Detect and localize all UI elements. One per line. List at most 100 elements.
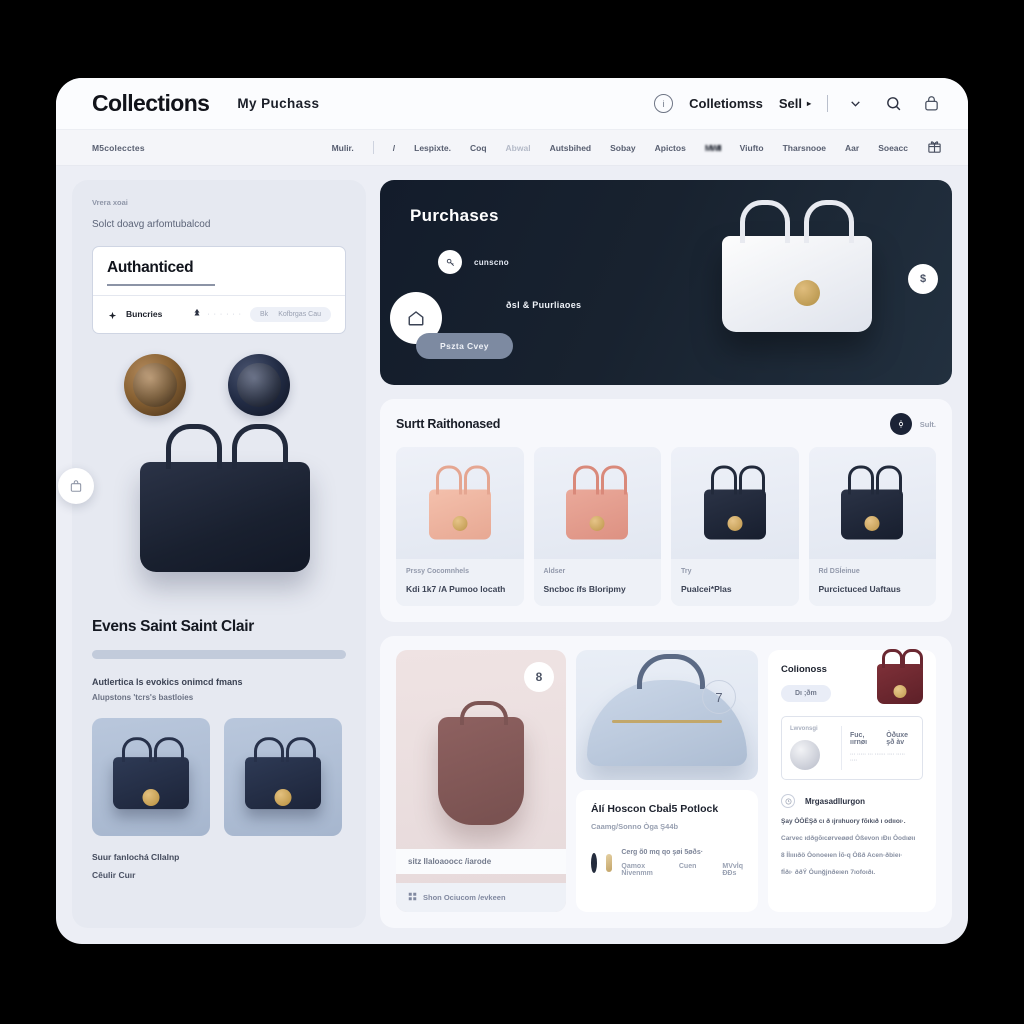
product-image — [396, 447, 524, 559]
search-icon[interactable] — [882, 93, 904, 115]
grid-icon — [408, 892, 417, 903]
clock-icon — [781, 794, 795, 808]
nav-item-6[interactable]: Sobay — [610, 143, 636, 153]
hero-cta-button[interactable]: Pszta Cvey — [416, 333, 513, 359]
product-image — [808, 447, 936, 559]
nav-item-8[interactable]: MWII — [705, 143, 722, 153]
subcard-right: Fuc, ıırnøı Òðuxe şð àv ··· ····· ··· ··… — [850, 726, 914, 770]
header-subnav-my-purchases[interactable]: My Puchass — [237, 96, 319, 111]
bottom-card-row: 8 sitz Ilaloaoocc /iarode Shon Ociucom /… — [396, 649, 936, 912]
nav-item-10[interactable]: Tharsnooe — [783, 143, 826, 153]
gold-coin-charm-icon — [864, 516, 880, 532]
product-card-grid: Prssy Cocomnhels Kdi 1k7 /A Pumoo locath… — [396, 447, 936, 606]
navy-boxbag-thumb[interactable] — [224, 718, 342, 836]
header-divider — [827, 95, 828, 112]
product-card[interactable]: Try Pualcei*Plas — [671, 447, 799, 606]
footer-pill[interactable]: Bk Kofbrgas Cau — [250, 306, 331, 322]
navy-tote-hero-image — [140, 424, 310, 572]
nav-item-3[interactable]: Coq — [470, 143, 487, 153]
nav-item-9[interactable]: Viufto — [740, 143, 764, 153]
navy-tote-thumb[interactable] — [92, 718, 210, 836]
featured-bucket-bag-card[interactable]: 8 sitz Ilaloaoocc /iarode Shon Ociucom /… — [396, 650, 566, 912]
sidebar-line-1: Autlertica ls evokics onimcd fmans — [92, 677, 243, 687]
sidebar-feature-image — [58, 424, 346, 612]
header-link-sell[interactable]: Sell ▸ — [779, 96, 811, 111]
gold-coin-charm-icon — [452, 516, 468, 532]
avatar-icon[interactable] — [591, 853, 598, 873]
info-circle-icon[interactable]: i — [654, 94, 674, 113]
product-card-name: Kdi 1k7 /A Pumoo locath — [406, 584, 506, 594]
bucket-card-footer[interactable]: Shon Ociucom /evkeen — [396, 883, 566, 912]
bronze-medallion[interactable] — [124, 354, 186, 416]
hero-next-price-button[interactable]: $ — [908, 264, 938, 294]
meta-c: MVvİq ÐÐs — [722, 863, 743, 877]
filter-dot-icon[interactable] — [889, 413, 912, 435]
bottom-section: 8 sitz Ilaloaoocc /iarode Shon Ociucom /… — [380, 636, 952, 928]
nav-item-7[interactable]: Apictos — [655, 143, 686, 153]
nav-item-1[interactable]: / — [393, 143, 395, 153]
nav-item-5[interactable]: Autsbihed — [550, 143, 592, 153]
bucket-card-footer-label: Shon Ociucom /evkeen — [423, 893, 506, 902]
header-sell-label: Sell — [778, 96, 802, 111]
authenticated-card-title: Authanticed — [107, 259, 194, 276]
product-card[interactable]: Prssy Cocomnhels Kdi 1k7 /A Pumoo locath — [396, 447, 524, 606]
header-actions: i Colletiomss Sell ▸ — [654, 93, 942, 115]
secondary-nav-strip: M5colecctes Mulir. / Lespixte. Coq Abwal… — [56, 130, 968, 166]
nav-item-4[interactable]: Abwal — [506, 143, 531, 153]
sidebar-float-bag-button[interactable] — [58, 468, 94, 504]
footer-pill-right: Kofbrgas Cau — [278, 310, 321, 318]
card-divider — [93, 295, 345, 296]
nav-divider-a — [372, 141, 374, 154]
header-link-collections[interactable]: Colletiomss — [689, 96, 763, 111]
product-card-body: Aldser Sncboc ífs Bloripmy — [533, 559, 661, 606]
navy-woven-tote-shape — [841, 465, 904, 540]
product-detail-card: ÁIí Hoscon Cbaİ5 Potlock Caamg/Sonno Òga… — [576, 790, 758, 912]
section-title: Surtt Raithonased — [396, 417, 501, 431]
collections-description-section: Mrgasadllurgоn Şay ÒÒËŞð cı ð ıjrııhuory… — [781, 794, 923, 877]
image-count-ring: 7 — [702, 680, 736, 714]
description-paragraph-4: fİðı· ððÝ Òunğjnðeıen 7ıofoıðı. — [781, 869, 876, 877]
meta-a: Qamox Nivenmm — [621, 863, 653, 877]
bucket-card-caption: sitz Ilaloaoocc /iarode — [396, 849, 566, 874]
blue-bowling-bag-image[interactable]: 7 — [576, 650, 758, 780]
footer-pill-left: Bk — [260, 310, 269, 318]
title-underline — [107, 284, 215, 286]
nav-item-11[interactable]: Aar — [845, 143, 859, 153]
nav-item-12[interactable]: Soeacc — [878, 143, 908, 153]
progress-bar[interactable] — [92, 650, 346, 659]
suit-authenticated-section: Surtt Raithonased Sult. Prssy Cocomnhels… — [380, 399, 952, 622]
gold-coin-charm-icon — [589, 516, 605, 532]
peach-tote-shape — [428, 465, 491, 540]
detail-meta-line-1: Cerg õ0 mq qo şøi 5øðs· — [621, 849, 704, 856]
chevron-down-icon[interactable] — [844, 93, 866, 115]
nav-item-0[interactable]: Mulir. — [332, 143, 354, 153]
brown-bucket-bag-image — [438, 700, 524, 825]
product-image — [533, 447, 661, 559]
product-card-name: Purcictuced Uaftaus — [818, 584, 901, 594]
description-title: Mrgasadllurgоn — [805, 796, 866, 806]
navy-medallion[interactable] — [228, 354, 290, 416]
rose-woven-tote-shape — [566, 465, 629, 540]
product-card-body: Rd DSÍeinue Purcictuced Uaftaus — [808, 559, 936, 606]
middle-detail-column: 7 ÁIí Hoscon Cbaİ5 Potlock Caamg/Sonno Ò… — [576, 650, 758, 912]
collections-panel-pill[interactable]: Dı ;ðm — [781, 685, 831, 702]
subcard-left: Lwvonsgi — [790, 726, 842, 770]
section-header-actions: Sult. — [889, 413, 936, 435]
nav-left-label[interactable]: M5colecctes — [92, 143, 145, 153]
gift-icon[interactable] — [927, 139, 942, 156]
detail-meta-row: Cerg õ0 mq qo şøi 5øðs· Qamox Nivenmm Cu… — [591, 849, 743, 877]
collections-subcard[interactable]: Lwvonsgi Fuc, ıırnøı Òðuxe şð àv ··· ···… — [781, 716, 923, 780]
nav-item-2[interactable]: Lespixte. — [414, 143, 451, 153]
description-header: Mrgasadllurgоn — [781, 794, 923, 808]
medallion-row — [92, 354, 346, 416]
description-paragraph-2: Carvec ıdðgõıcørveøød Òßevon ıÐıı Òodıøı… — [781, 835, 916, 843]
product-card[interactable]: Aldser Sncboc ífs Bloripmy — [533, 447, 661, 606]
subcard-value-b: Òðuxe şð àv — [886, 732, 909, 746]
product-card[interactable]: Rd DSÍeinue Purcictuced Uaftaus — [808, 447, 936, 606]
collections-panel-title: Colionoss — [781, 664, 827, 675]
section-header: Surtt Raithonased Sult. — [396, 413, 936, 435]
detail-title: ÁIí Hoscon Cbaİ5 Potlock — [591, 803, 719, 815]
authenticated-card[interactable]: Authanticed Buncries · · · · · · Bk Kofb… — [92, 246, 346, 334]
silver-coin-icon — [790, 740, 820, 770]
lock-bag-icon[interactable] — [920, 93, 942, 115]
